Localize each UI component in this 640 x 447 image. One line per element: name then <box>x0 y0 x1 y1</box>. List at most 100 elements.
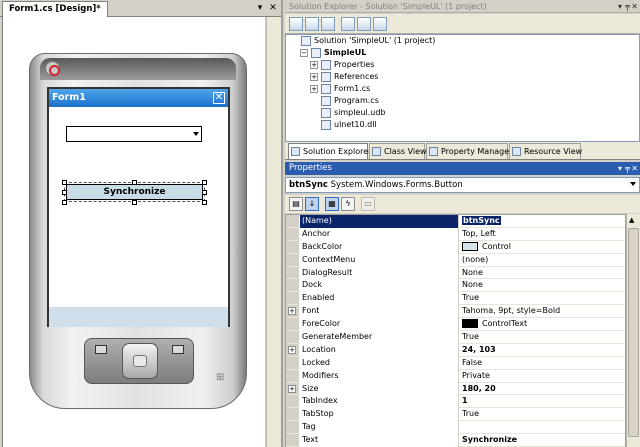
window-position-icon[interactable]: ▾ <box>618 0 622 13</box>
tab-resource-view[interactable]: Resource View <box>509 143 582 159</box>
property-name[interactable]: (Name) <box>300 215 459 228</box>
categorized-icon[interactable]: ▤ <box>289 197 303 211</box>
close-icon[interactable]: ✕ <box>631 0 638 13</box>
expand-icon[interactable]: + <box>288 384 296 393</box>
resize-handle-se[interactable] <box>202 200 207 205</box>
close-document-icon[interactable]: ✕ <box>267 2 279 14</box>
property-value[interactable]: False <box>460 357 624 370</box>
property-row[interactable]: DialogResult None <box>286 266 625 280</box>
tree-item[interactable]: − SimpleUL <box>286 47 639 59</box>
alphabetical-icon[interactable]: ↓ <box>305 197 319 211</box>
property-name[interactable]: TabIndex <box>300 395 459 409</box>
auto-hide-pin-icon[interactable]: ╤ <box>625 0 630 13</box>
refresh-icon[interactable] <box>321 17 335 31</box>
expand-icon[interactable]: + <box>288 345 296 354</box>
resize-handle-w[interactable] <box>62 190 67 195</box>
property-value[interactable]: Private <box>460 370 624 383</box>
property-value[interactable]: True <box>460 292 624 305</box>
property-name[interactable]: Anchor <box>300 227 459 241</box>
property-value[interactable]: 1 <box>460 395 624 408</box>
property-row[interactable]: TabIndex 1 <box>286 395 625 409</box>
chevron-down-icon[interactable] <box>630 182 636 186</box>
document-tab-form1-design[interactable]: Form1.cs [Design]* <box>2 1 108 17</box>
property-row[interactable]: + Font Tahoma, 9pt, style=Bold <box>286 305 625 319</box>
resize-handle-ne[interactable] <box>202 180 207 185</box>
property-value[interactable]: None <box>460 267 624 280</box>
tab-class-view[interactable]: Class View <box>369 143 427 159</box>
tree-item[interactable]: simpleul.udb <box>286 107 639 119</box>
expander-icon[interactable]: + <box>310 72 318 81</box>
property-name[interactable]: Tag <box>300 421 459 435</box>
property-value[interactable] <box>460 421 624 434</box>
design-surface[interactable]: Form1 ✕ Synchronize ⊞ <box>2 17 265 447</box>
property-name[interactable]: Dock <box>300 279 459 293</box>
expander-icon[interactable]: − <box>300 48 308 57</box>
property-name[interactable]: Locked <box>300 356 459 370</box>
property-value[interactable]: True <box>460 331 624 344</box>
view-code-icon[interactable] <box>341 17 355 31</box>
property-value[interactable]: None <box>460 279 624 292</box>
tree-item[interactable]: + Form1.cs <box>286 83 639 95</box>
object-selector[interactable]: btnSync System.Windows.Forms.Button <box>285 177 640 193</box>
tab-solution-explorer[interactable]: Solution Explorer <box>288 143 371 159</box>
property-row[interactable]: ContextMenu (none) <box>286 253 625 267</box>
property-row[interactable]: Dock None <box>286 279 625 293</box>
scrollbar-thumb[interactable] <box>628 228 639 437</box>
property-name[interactable]: GenerateMember <box>300 331 459 344</box>
property-row[interactable]: Enabled True <box>286 292 625 306</box>
property-row[interactable]: GenerateMember True <box>286 331 625 344</box>
property-row[interactable]: + Size 180, 20 <box>286 382 625 396</box>
property-value[interactable]: ControlText <box>460 318 624 331</box>
resize-handle-n[interactable] <box>132 180 137 185</box>
form-menu-strip[interactable] <box>49 307 228 327</box>
tree-item[interactable]: Solution 'SimpleUL' (1 project) <box>286 35 639 47</box>
property-value[interactable]: Control <box>460 241 624 254</box>
tree-item[interactable]: + Properties <box>286 59 639 71</box>
property-value[interactable]: 180, 20 <box>460 383 624 396</box>
properties-view-icon[interactable]: ▦ <box>325 197 339 211</box>
tab-property-manager[interactable]: Property Manager <box>426 143 512 159</box>
property-row[interactable]: ForeColor ControlText <box>286 318 625 332</box>
expand-icon[interactable]: + <box>288 307 296 316</box>
form-combobox[interactable] <box>66 126 202 142</box>
property-name[interactable]: ForeColor <box>300 318 459 332</box>
property-name[interactable]: DialogResult <box>300 266 459 280</box>
form-titlebar[interactable]: Form1 ✕ <box>49 89 228 107</box>
tree-item[interactable]: ulnet10.dll <box>286 119 639 131</box>
property-name[interactable]: Modifiers <box>300 369 459 383</box>
form-close-icon[interactable]: ✕ <box>213 92 225 104</box>
properties-icon[interactable] <box>289 17 303 31</box>
property-value[interactable]: Top, Left <box>460 228 624 241</box>
designer-vertical-scrollbar[interactable] <box>266 17 281 447</box>
chevron-down-icon[interactable] <box>193 132 199 136</box>
expander-icon[interactable]: + <box>310 60 318 69</box>
property-value[interactable]: Synchronize <box>460 434 624 447</box>
view-designer-icon[interactable] <box>357 17 371 31</box>
resize-handle-s[interactable] <box>132 200 137 205</box>
property-value[interactable]: (none) <box>460 254 624 267</box>
property-name[interactable]: TabStop <box>300 408 459 422</box>
property-name[interactable]: Text <box>300 434 459 447</box>
auto-hide-pin-icon[interactable]: ╤ <box>625 162 630 175</box>
property-row[interactable]: TabStop True <box>286 408 625 422</box>
close-icon[interactable]: ✕ <box>631 162 638 175</box>
expander-icon[interactable]: + <box>310 84 318 93</box>
property-name[interactable]: Size <box>300 382 459 396</box>
property-row[interactable]: BackColor Control <box>286 240 625 254</box>
resize-handle-nw[interactable] <box>62 180 67 185</box>
tab-list-icon[interactable]: ▾ <box>254 2 266 14</box>
property-value[interactable]: btnSync <box>460 215 624 228</box>
resize-handle-e[interactable] <box>202 190 207 195</box>
property-name[interactable]: Location <box>300 343 459 357</box>
scroll-up-icon[interactable]: ▲ <box>629 216 634 224</box>
property-value[interactable]: Tahoma, 9pt, style=Bold <box>460 305 624 318</box>
property-name[interactable]: Font <box>300 305 459 319</box>
property-name[interactable]: Enabled <box>300 292 459 306</box>
property-value[interactable]: True <box>460 408 624 421</box>
property-row[interactable]: + Location 24, 103 <box>286 343 625 357</box>
property-row[interactable]: Locked False <box>286 356 625 370</box>
property-row[interactable]: Text Synchronize <box>286 434 625 447</box>
property-name[interactable]: ContextMenu <box>300 253 459 267</box>
property-name[interactable]: BackColor <box>300 240 459 254</box>
resize-handle-sw[interactable] <box>62 200 67 205</box>
